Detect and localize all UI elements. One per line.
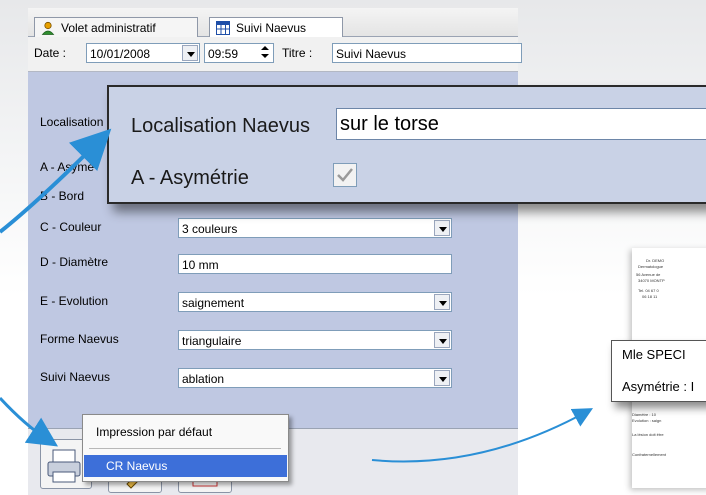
arrow-to-preview: [371, 408, 594, 463]
arrow-to-zoom: [0, 128, 112, 234]
arrow-to-menu: [0, 396, 59, 447]
annotation-arrows: [0, 128, 594, 463]
